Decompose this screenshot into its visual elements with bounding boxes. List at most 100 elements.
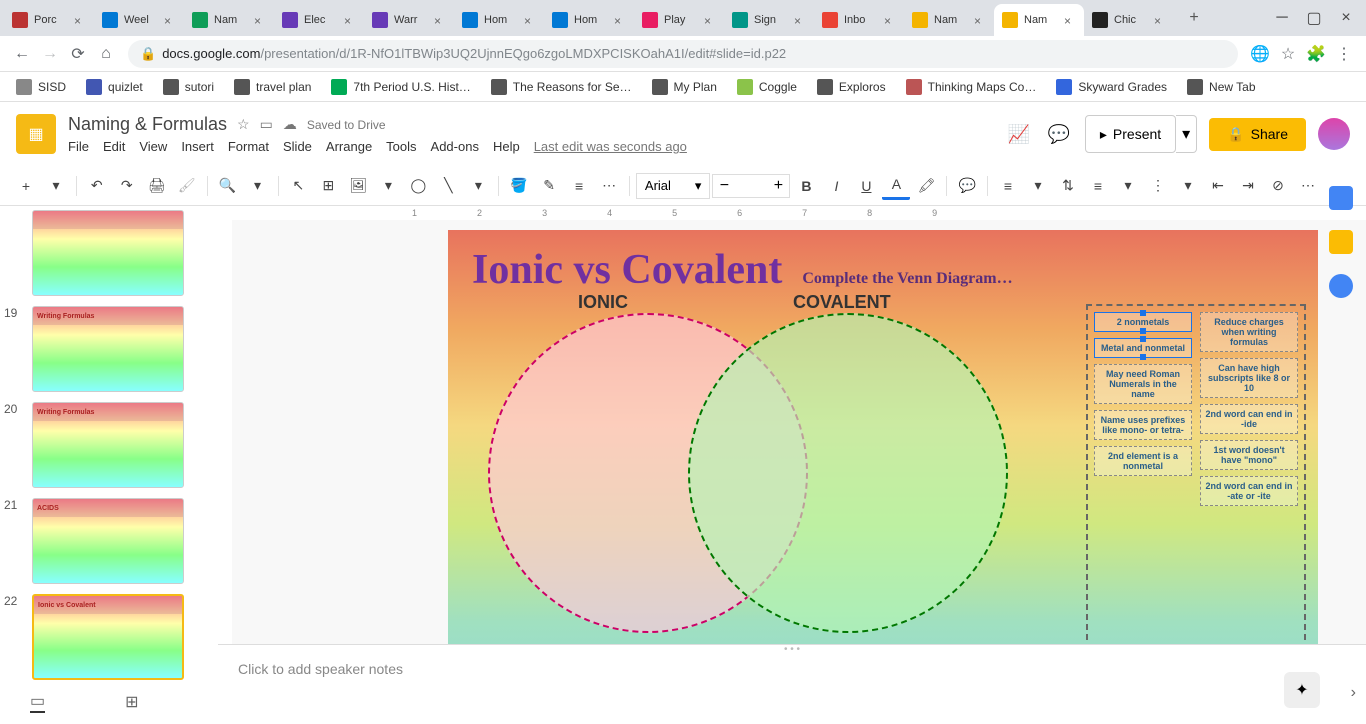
insert-comment-button[interactable]: 💬 xyxy=(953,172,981,200)
slide-thumbnail[interactable]: 21ACIDS xyxy=(8,498,210,584)
browser-tab[interactable]: Nam× xyxy=(904,4,994,36)
browser-tab[interactable]: Hom× xyxy=(454,4,544,36)
close-icon[interactable]: × xyxy=(884,14,896,26)
browser-tab[interactable]: Warr× xyxy=(364,4,454,36)
drag-item[interactable]: 1st word doesn't have "mono" xyxy=(1200,440,1298,470)
ionic-label[interactable]: IONIC xyxy=(578,292,628,313)
menu-item[interactable]: View xyxy=(139,139,167,154)
shape-tool[interactable]: ◯ xyxy=(404,172,432,200)
indent-more-button[interactable]: ⇥ xyxy=(1234,172,1262,200)
slide-subtitle[interactable]: Complete the Venn Diagram… xyxy=(802,270,1012,288)
bookmark-item[interactable]: quizlet xyxy=(78,77,151,97)
drag-item[interactable]: 2nd word can end in -ide xyxy=(1200,404,1298,434)
menu-item[interactable]: Format xyxy=(228,139,269,154)
align-button[interactable]: ≡ xyxy=(994,172,1022,200)
border-color-button[interactable]: ✎ xyxy=(535,172,563,200)
decrease-font[interactable]: − xyxy=(713,177,735,195)
close-icon[interactable]: × xyxy=(1154,14,1166,26)
browser-tab[interactable]: Inbo× xyxy=(814,4,904,36)
drag-item[interactable]: 2 nonmetals xyxy=(1094,312,1192,332)
browser-tab[interactable]: Nam× xyxy=(994,4,1084,36)
slides-logo[interactable]: ▦ xyxy=(16,114,56,154)
menu-item[interactable]: File xyxy=(68,139,89,154)
close-icon[interactable]: × xyxy=(1064,14,1076,26)
close-icon[interactable]: × xyxy=(344,14,356,26)
redo-button[interactable]: ↷ xyxy=(113,172,141,200)
bookmark-item[interactable]: New Tab xyxy=(1179,77,1263,97)
drag-item[interactable]: Name uses prefixes like mono- or tetra- xyxy=(1094,410,1192,440)
calendar-icon[interactable] xyxy=(1329,186,1353,210)
slide-thumbnail[interactable]: 22Ionic vs Covalent xyxy=(8,594,210,680)
menu-item[interactable]: Edit xyxy=(103,139,125,154)
covalent-circle[interactable] xyxy=(688,313,1008,633)
forward-button[interactable]: → xyxy=(36,40,64,68)
tasks-icon[interactable] xyxy=(1329,274,1353,298)
undo-button[interactable]: ↶ xyxy=(83,172,111,200)
covalent-label[interactable]: COVALENT xyxy=(793,292,891,313)
bookmark-item[interactable]: sutori xyxy=(155,77,222,97)
close-icon[interactable]: × xyxy=(614,14,626,26)
bookmark-item[interactable]: SISD xyxy=(8,77,74,97)
numbered-list-button[interactable]: ≡ xyxy=(1084,172,1112,200)
present-button[interactable]: ▸ Present xyxy=(1085,115,1176,153)
minimize-button[interactable]: ─ xyxy=(1266,2,1298,34)
bookmark-item[interactable]: 7th Period U.S. Hist… xyxy=(323,77,478,97)
close-icon[interactable]: × xyxy=(974,14,986,26)
browser-tab[interactable]: Porc× xyxy=(4,4,94,36)
select-tool[interactable]: ↖ xyxy=(284,172,312,200)
bookmark-item[interactable]: travel plan xyxy=(226,77,319,97)
browser-tab[interactable]: Play× xyxy=(634,4,724,36)
underline-button[interactable]: U xyxy=(852,172,880,200)
bold-button[interactable]: B xyxy=(792,172,820,200)
browser-tab[interactable]: Nam× xyxy=(184,4,274,36)
bookmark-item[interactable]: The Reasons for Se… xyxy=(483,77,640,97)
browser-tab[interactable]: Hom× xyxy=(544,4,634,36)
textbox-tool[interactable]: ⊞ xyxy=(314,172,342,200)
menu-item[interactable]: Insert xyxy=(181,139,214,154)
slide-panel[interactable]: 19Writing Formulas20Writing Formulas21AC… xyxy=(0,206,218,724)
italic-button[interactable]: I xyxy=(822,172,850,200)
close-icon[interactable]: × xyxy=(704,14,716,26)
drag-item[interactable]: 2nd element is a nonmetal xyxy=(1094,446,1192,476)
browser-tab[interactable]: Weel× xyxy=(94,4,184,36)
image-dropdown[interactable]: ▾ xyxy=(374,172,402,200)
browser-tab[interactable]: Sign× xyxy=(724,4,814,36)
indent-less-button[interactable]: ⇤ xyxy=(1204,172,1232,200)
menu-item[interactable]: Help xyxy=(493,139,520,154)
line-dropdown[interactable]: ▾ xyxy=(464,172,492,200)
activity-icon[interactable]: 📈 xyxy=(1005,120,1033,148)
maximize-button[interactable]: ▢ xyxy=(1298,2,1330,34)
bookmark-item[interactable]: Skyward Grades xyxy=(1048,77,1175,97)
back-button[interactable]: ← xyxy=(8,40,36,68)
avatar[interactable] xyxy=(1318,118,1350,150)
menu-item[interactable]: Slide xyxy=(283,139,312,154)
star-doc-icon[interactable]: ☆ xyxy=(237,116,250,133)
browser-tab[interactable]: Chic× xyxy=(1084,4,1174,36)
close-icon[interactable]: × xyxy=(164,14,176,26)
new-tab-button[interactable]: + xyxy=(1180,4,1208,32)
grid-view-button[interactable]: ⊞ xyxy=(125,692,138,712)
bookmark-item[interactable]: Exploros xyxy=(809,77,894,97)
close-icon[interactable]: × xyxy=(794,14,806,26)
print-button[interactable]: 🖨 xyxy=(143,172,171,200)
reload-button[interactable]: ⟳ xyxy=(64,40,92,68)
border-dash-button[interactable]: ⋯ xyxy=(595,172,623,200)
drag-item[interactable]: May need Roman Numerals in the name xyxy=(1094,364,1192,404)
present-dropdown[interactable]: ▾ xyxy=(1176,115,1197,153)
close-icon[interactable]: × xyxy=(74,14,86,26)
image-tool[interactable]: 🖼 xyxy=(344,172,372,200)
close-window-button[interactable]: × xyxy=(1330,2,1362,34)
font-select[interactable]: Arial▾ xyxy=(636,173,711,199)
menu-item[interactable]: Tools xyxy=(386,139,416,154)
bookmark-item[interactable]: Thinking Maps Co… xyxy=(898,77,1045,97)
text-color-button[interactable]: A xyxy=(882,172,910,200)
extensions-icon[interactable]: 🧩 xyxy=(1302,40,1330,68)
font-size[interactable]: − + xyxy=(712,174,790,198)
drag-item[interactable]: Reduce charges when writing formulas xyxy=(1200,312,1298,352)
drag-item[interactable]: Can have high subscripts like 8 or 10 xyxy=(1200,358,1298,398)
numbered-list-dropdown[interactable]: ▾ xyxy=(1114,172,1142,200)
increase-font[interactable]: + xyxy=(767,177,789,195)
line-spacing-button[interactable]: ⇅ xyxy=(1054,172,1082,200)
slide-thumbnail[interactable]: 20Writing Formulas xyxy=(8,402,210,488)
zoom-dropdown[interactable]: ▾ xyxy=(244,172,272,200)
